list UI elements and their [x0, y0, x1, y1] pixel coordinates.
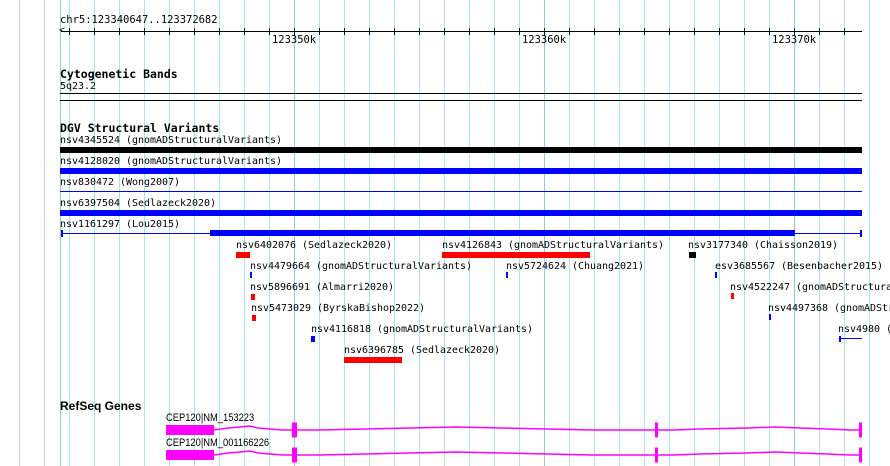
- exon: [655, 422, 658, 438]
- exon: [166, 425, 214, 435]
- gene-model[interactable]: [166, 422, 862, 438]
- exon: [292, 447, 297, 463]
- exon: [859, 422, 862, 438]
- exon: [292, 422, 297, 438]
- gene-model[interactable]: [166, 447, 862, 463]
- exon: [655, 447, 658, 463]
- exon: [166, 450, 214, 460]
- intron-line: [213, 425, 862, 431]
- intron-line: [213, 450, 862, 456]
- exon: [859, 447, 862, 463]
- gene-models[interactable]: [0, 0, 890, 466]
